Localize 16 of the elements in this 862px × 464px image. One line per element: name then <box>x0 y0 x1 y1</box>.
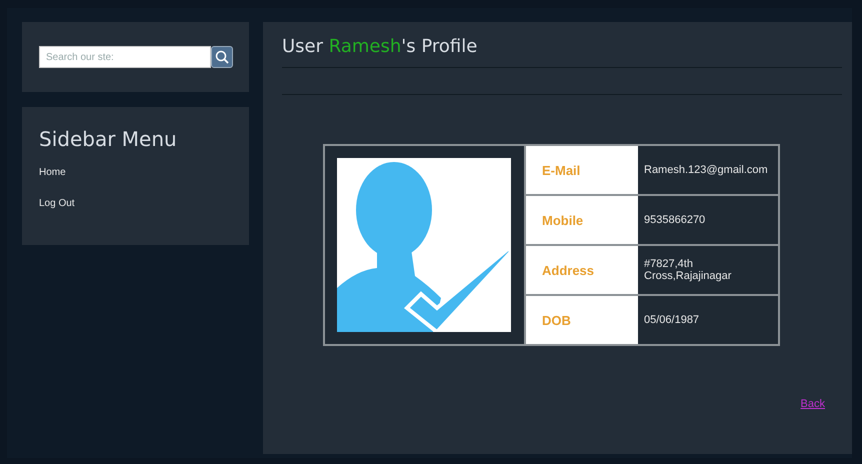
search-button[interactable] <box>211 46 233 68</box>
field-label: DOB <box>526 296 638 344</box>
sidebar-link[interactable]: Log Out <box>39 198 75 209</box>
sidebar-title: Sidebar Menu <box>39 127 177 151</box>
field-value: 9535866270 <box>643 213 706 228</box>
search-field[interactable]: Search our ste: <box>39 46 211 68</box>
sidebar-link[interactable]: Home <box>39 167 66 178</box>
user-check-icon <box>337 158 511 332</box>
field-value: 05/06/1987 <box>643 313 700 328</box>
search-icon <box>215 50 229 64</box>
page-title: User Ramesh's Profile <box>282 36 478 57</box>
field-value: #7827,4th Cross,Rajajinagar <box>643 257 732 284</box>
field-label: Mobile <box>526 196 638 244</box>
field-label: Address <box>526 246 638 294</box>
field-label: E-Mail <box>526 146 638 194</box>
field-value: Ramesh.123@gmail.com <box>643 163 769 178</box>
